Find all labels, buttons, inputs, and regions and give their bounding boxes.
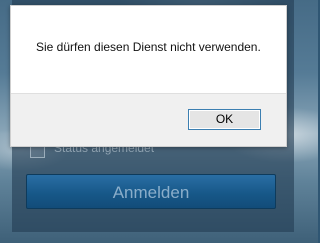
login-button[interactable]: Anmelden — [26, 174, 276, 209]
dialog-footer: OK — [11, 93, 286, 146]
ok-button[interactable]: OK — [188, 109, 261, 130]
alert-dialog: Sie dürfen diesen Dienst nicht verwenden… — [10, 5, 287, 147]
dialog-message: Sie dürfen diesen Dienst nicht verwenden… — [36, 40, 261, 54]
